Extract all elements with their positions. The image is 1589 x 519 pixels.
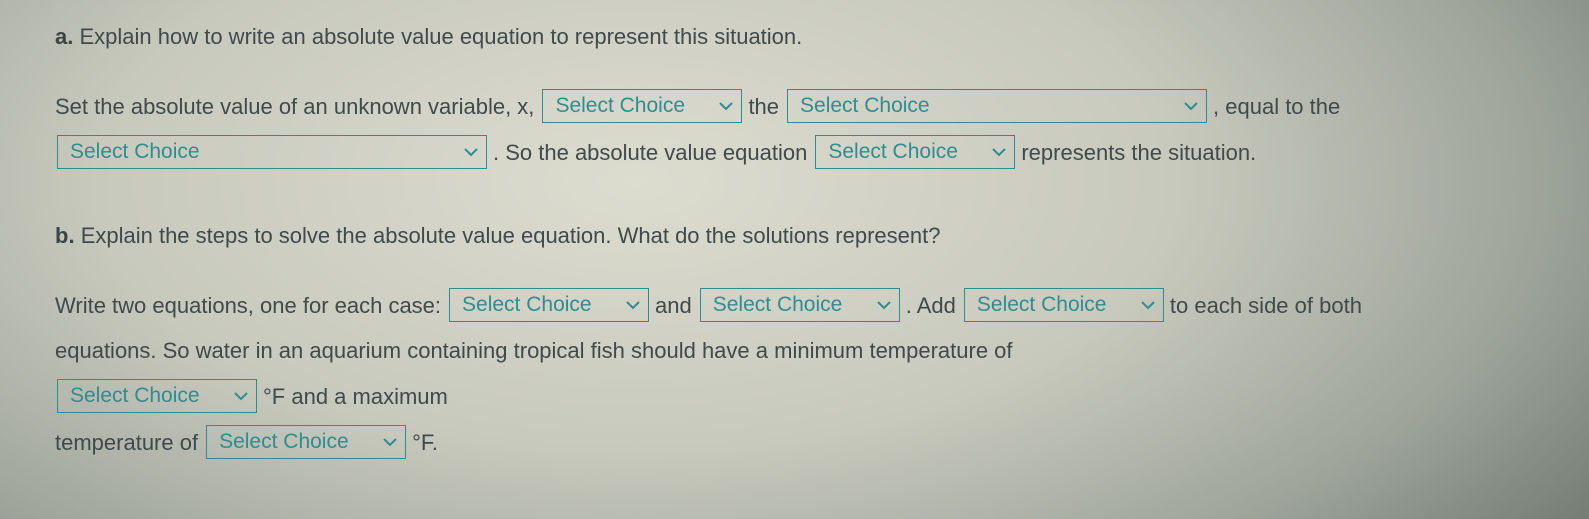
chevron-down-icon — [1141, 300, 1155, 310]
text-segment: Write two equations, one for each case: — [55, 289, 441, 322]
chevron-down-icon — [992, 147, 1006, 157]
part-a-heading: a. Explain how to write an absolute valu… — [55, 20, 1549, 53]
select-b2[interactable]: Select Choice — [700, 288, 900, 322]
part-b-heading: b. Explain the steps to solve the absolu… — [55, 219, 1549, 252]
text-segment: represents the situation. — [1021, 136, 1256, 169]
text-segment: temperature of — [55, 426, 198, 459]
select-label: Select Choice — [70, 380, 200, 412]
chevron-down-icon — [464, 147, 478, 157]
select-label: Select Choice — [70, 136, 200, 168]
chevron-down-icon — [719, 101, 733, 111]
select-a4[interactable]: Select Choice — [815, 135, 1015, 169]
select-label: Select Choice — [713, 289, 843, 321]
select-b4[interactable]: Select Choice — [57, 379, 257, 413]
text-segment: °F and a maximum — [263, 380, 448, 413]
text-segment: . So the absolute value equation — [493, 136, 807, 169]
part-b-label: b. — [55, 223, 75, 248]
select-a2[interactable]: Select Choice — [787, 89, 1207, 123]
text-segment: Set the absolute value of an unknown var… — [55, 90, 534, 123]
text-segment: . Add — [906, 289, 956, 322]
select-label: Select Choice — [555, 90, 685, 122]
text-segment: °F. — [412, 426, 438, 459]
part-a-sentence: Set the absolute value of an unknown var… — [55, 83, 1549, 175]
part-b-prompt: Explain the steps to solve the absolute … — [81, 223, 941, 248]
part-a-prompt: Explain how to write an absolute value e… — [79, 24, 802, 49]
chevron-down-icon — [877, 300, 891, 310]
select-label: Select Choice — [828, 136, 958, 168]
text-segment: equations. So water in an aquarium conta… — [55, 334, 1549, 367]
text-segment: the — [748, 90, 779, 123]
part-b-sentence: Write two equations, one for each case: … — [55, 282, 1549, 465]
text-segment: to each side of both — [1170, 289, 1362, 322]
select-b5[interactable]: Select Choice — [206, 425, 406, 459]
select-b3[interactable]: Select Choice — [964, 288, 1164, 322]
chevron-down-icon — [383, 437, 397, 447]
select-a3[interactable]: Select Choice — [57, 135, 487, 169]
select-label: Select Choice — [800, 90, 930, 122]
chevron-down-icon — [626, 300, 640, 310]
select-a1[interactable]: Select Choice — [542, 89, 742, 123]
select-label: Select Choice — [977, 289, 1107, 321]
text-segment: and — [655, 289, 692, 322]
text-segment: , equal to the — [1213, 90, 1340, 123]
select-label: Select Choice — [462, 289, 592, 321]
part-a-label: a. — [55, 24, 73, 49]
select-b1[interactable]: Select Choice — [449, 288, 649, 322]
select-label: Select Choice — [219, 426, 349, 458]
chevron-down-icon — [234, 391, 248, 401]
chevron-down-icon — [1184, 101, 1198, 111]
